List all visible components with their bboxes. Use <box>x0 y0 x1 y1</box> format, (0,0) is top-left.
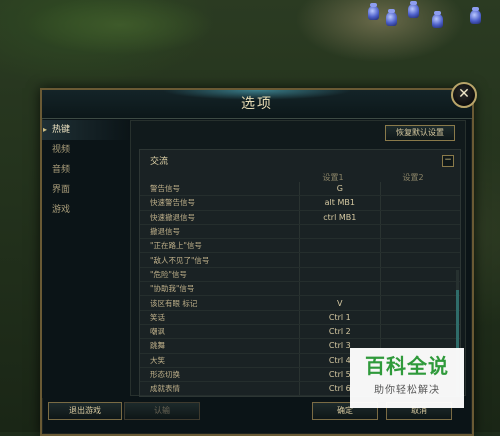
hotkey-slot-1[interactable]: alt MB1 <box>299 195 381 211</box>
watermark-logo: 百科全说 助你轻松解决 <box>350 348 464 408</box>
table-row: 快速警告信号 alt MB1 <box>140 195 460 211</box>
hotkey-slot-2[interactable] <box>379 295 460 311</box>
hotkey-action-label: 跳舞 <box>140 338 300 354</box>
hotkey-slot-2[interactable] <box>379 238 460 254</box>
sidebar-item-label: 界面 <box>52 185 71 195</box>
hotkey-slot-2[interactable] <box>379 195 460 211</box>
hotkey-slot-2[interactable] <box>379 267 460 283</box>
sidebar-item-hotkeys[interactable]: 热键 <box>42 120 130 140</box>
watermark-title: 百科全说 <box>365 354 449 378</box>
table-row: 撤退信号 <box>140 224 460 240</box>
hotkey-slot-2[interactable] <box>379 310 460 325</box>
hotkey-action-label: 聊天设置 <box>140 395 300 396</box>
sidebar-item-label: 游戏 <box>52 205 71 215</box>
sidebar-item-audio[interactable]: 音频 <box>42 160 130 180</box>
sidebar-item-video[interactable]: 视频 <box>42 140 130 160</box>
restore-defaults-button[interactable]: 恢复默认设置 <box>385 125 455 141</box>
hotkey-slot-2[interactable] <box>379 210 460 225</box>
table-row: 警告信号 G <box>140 182 460 197</box>
hotkey-slot-1[interactable] <box>299 267 381 283</box>
hotkey-slot-1[interactable] <box>299 224 381 240</box>
table-row: "危险"信号 <box>140 267 460 283</box>
hotkey-action-label: "敌人不见了"信号 <box>140 252 300 268</box>
hotkey-slot-2[interactable] <box>379 182 460 197</box>
hotkey-slot-1[interactable]: V <box>299 295 381 311</box>
hotkey-slot-1[interactable]: Ctrl 2 <box>299 324 381 340</box>
hotkey-slot-1[interactable]: ctrl MB1 <box>299 210 381 225</box>
quit-game-button[interactable]: 退出游戏 <box>48 402 122 420</box>
hotkey-slot-2[interactable] <box>379 281 460 297</box>
hotkey-action-label: 笑话 <box>140 310 300 325</box>
table-row: "敌人不见了"信号 <box>140 252 460 268</box>
hotkey-slot-1[interactable] <box>299 252 381 268</box>
sidebar-item-game[interactable]: 游戏 <box>42 200 130 220</box>
collapse-button[interactable]: − <box>442 155 454 167</box>
watermark-subtitle: 助你轻松解决 <box>374 385 440 396</box>
table-row: 该区有眼 标记 V <box>140 295 460 311</box>
hotkey-action-label: 大笑 <box>140 353 300 368</box>
minion-icon <box>432 11 443 28</box>
hotkey-slot-1[interactable] <box>299 281 381 297</box>
hotkey-action-label: 形态切换 <box>140 367 300 383</box>
table-row: "正在路上"信号 <box>140 238 460 254</box>
hotkey-slot-1[interactable]: Ctrl 1 <box>299 310 381 325</box>
table-row: 快速撤退信号 ctrl MB1 <box>140 210 460 225</box>
hotkey-slot-1[interactable] <box>299 238 381 254</box>
hotkey-action-label: 快速撤退信号 <box>140 210 300 225</box>
hotkey-action-label: 嘲讽 <box>140 324 300 340</box>
hotkey-slot-2[interactable] <box>379 224 460 240</box>
hotkey-slot-2[interactable] <box>379 252 460 268</box>
sidebar-item-label: 音频 <box>52 165 71 175</box>
hotkey-action-label: 该区有眼 标记 <box>140 295 300 311</box>
surrender-button[interactable]: 认输 <box>124 402 200 420</box>
minion-icon <box>408 1 419 18</box>
section-title: 交流 <box>150 157 169 167</box>
table-row: 嘲讽 Ctrl 2 <box>140 324 460 340</box>
table-row: "协助我"信号 <box>140 281 460 297</box>
hotkey-action-label: "正在路上"信号 <box>140 238 300 254</box>
table-row: 笑话 Ctrl 1 <box>140 310 460 325</box>
hotkey-action-label: "危险"信号 <box>140 267 300 283</box>
dialog-title: 选项 <box>241 96 273 112</box>
options-sidebar: 热键 视频 音频 界面 游戏 <box>42 120 130 398</box>
dialog-title-bar: 选项 <box>42 90 472 119</box>
hotkey-action-label: 撤退信号 <box>140 224 300 240</box>
hotkey-slot-2[interactable] <box>379 324 460 340</box>
hotkey-action-label: 快速警告信号 <box>140 195 300 211</box>
sidebar-item-interface[interactable]: 界面 <box>42 180 130 200</box>
hotkey-action-label: "协助我"信号 <box>140 281 300 297</box>
bush-decoration <box>0 0 240 70</box>
hotkey-slot-1[interactable]: G <box>299 182 381 197</box>
hotkey-action-label: 警告信号 <box>140 182 300 197</box>
minus-icon: − <box>444 155 452 165</box>
minion-icon <box>470 7 481 24</box>
scrollbar-thumb[interactable] <box>456 290 459 350</box>
close-button[interactable]: ✕ <box>451 82 477 108</box>
sidebar-item-label: 视频 <box>52 145 71 155</box>
hotkey-action-label: 成就表情 <box>140 381 300 396</box>
sidebar-item-label: 热键 <box>52 125 71 135</box>
minion-icon <box>368 3 379 20</box>
close-icon: ✕ <box>458 86 470 102</box>
minion-icon <box>386 9 397 26</box>
